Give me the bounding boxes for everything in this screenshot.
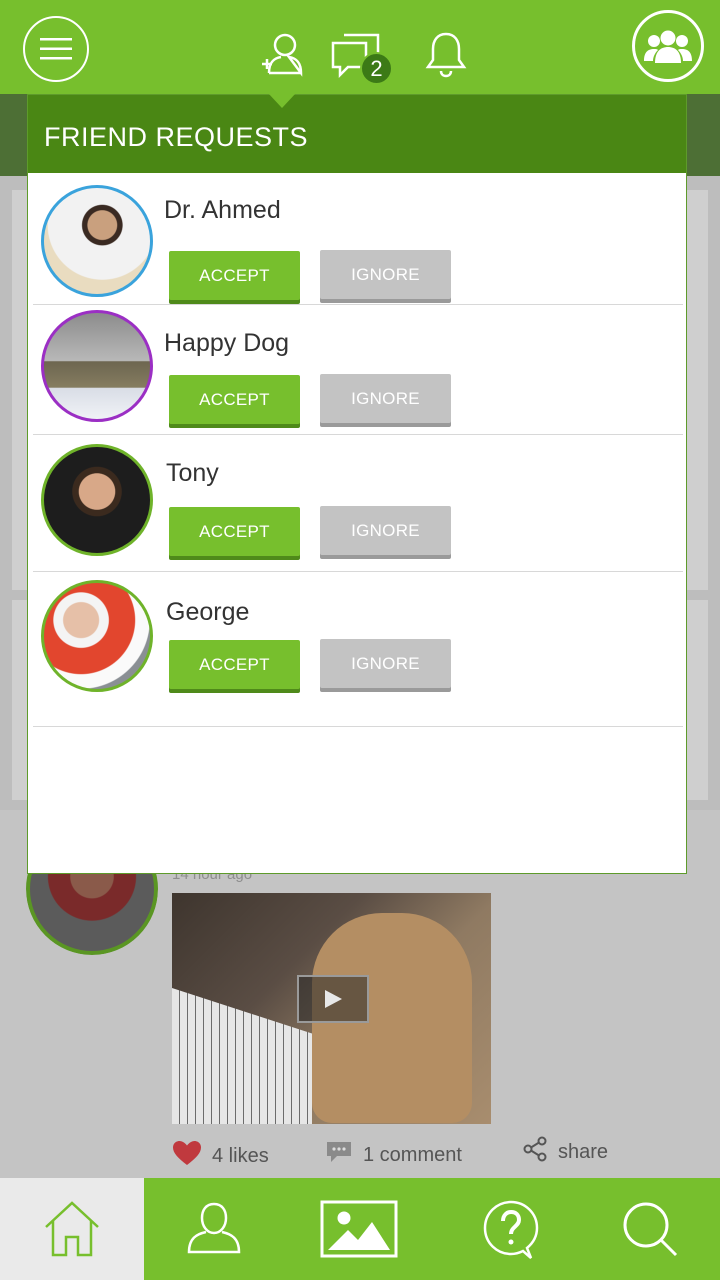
profile-icon[interactable] <box>142 1178 286 1280</box>
comment-button[interactable]: 1 comment <box>325 1140 462 1170</box>
likes-count: 4 likes <box>212 1144 269 1167</box>
friend-requests-popup: FRIEND REQUESTS Dr. Ahmed ACCEPT IGNORE … <box>27 94 687 874</box>
avatar[interactable] <box>41 444 153 556</box>
play-icon[interactable] <box>297 975 369 1023</box>
comments-count: 1 comment <box>363 1143 462 1166</box>
avatar[interactable] <box>41 310 153 422</box>
post-actions: 4 likes 1 comment share <box>170 1136 690 1180</box>
ignore-button[interactable]: IGNORE <box>320 374 451 423</box>
messages-badge: 2 <box>360 52 393 85</box>
ignore-button[interactable]: IGNORE <box>320 639 451 688</box>
ignore-button[interactable]: IGNORE <box>320 250 451 299</box>
top-bar: 2 <box>0 0 720 94</box>
popup-header: FRIEND REQUESTS <box>28 95 686 173</box>
share-label: share <box>558 1140 609 1163</box>
accept-button[interactable]: ACCEPT <box>169 507 300 556</box>
requester-name[interactable]: Happy Dog <box>164 329 289 358</box>
accept-button[interactable]: ACCEPT <box>169 640 300 689</box>
divider <box>33 726 683 727</box>
divider <box>33 434 683 435</box>
heart-icon <box>172 1140 202 1172</box>
avatar[interactable] <box>41 185 153 297</box>
share-button[interactable]: share <box>522 1136 608 1168</box>
requester-name[interactable]: George <box>166 598 249 627</box>
search-icon[interactable] <box>578 1178 720 1280</box>
divider <box>33 304 683 305</box>
hamburger-menu-icon[interactable] <box>23 16 89 82</box>
accept-button[interactable]: ACCEPT <box>169 251 300 300</box>
post-video[interactable] <box>172 893 491 1124</box>
bell-icon[interactable] <box>420 28 472 80</box>
comment-icon <box>325 1140 353 1170</box>
gallery-icon[interactable] <box>287 1178 431 1280</box>
divider <box>33 571 683 572</box>
ignore-button[interactable]: IGNORE <box>320 506 451 555</box>
add-user-icon[interactable] <box>257 28 309 80</box>
requester-name[interactable]: Dr. Ahmed <box>164 196 281 225</box>
popup-pointer <box>268 93 296 108</box>
help-icon[interactable] <box>439 1178 583 1280</box>
requester-name[interactable]: Tony <box>166 459 219 488</box>
popup-title: FRIEND REQUESTS <box>44 122 309 152</box>
group-icon[interactable] <box>632 10 704 82</box>
avatar[interactable] <box>41 580 153 692</box>
like-button[interactable]: 4 likes <box>172 1140 269 1172</box>
home-icon[interactable] <box>0 1178 144 1280</box>
piano-image <box>172 988 312 1124</box>
bottom-nav <box>0 1178 720 1280</box>
share-icon <box>522 1136 548 1168</box>
accept-button[interactable]: ACCEPT <box>169 375 300 424</box>
